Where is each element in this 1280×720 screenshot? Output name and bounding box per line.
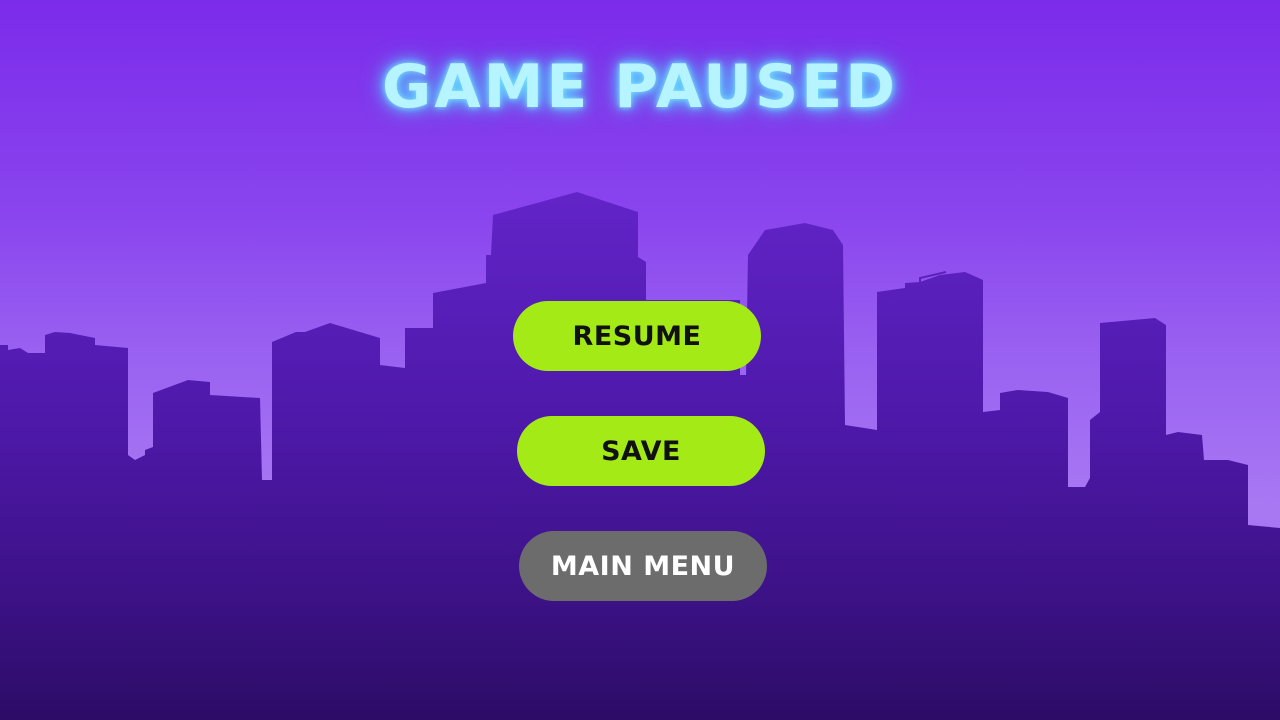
main-menu-button[interactable]: MAIN MENU xyxy=(519,531,767,601)
resume-button[interactable]: RESUME xyxy=(513,301,761,371)
game-paused-title: GAME PAUSED xyxy=(381,52,899,122)
save-button[interactable]: SAVE xyxy=(517,416,765,486)
